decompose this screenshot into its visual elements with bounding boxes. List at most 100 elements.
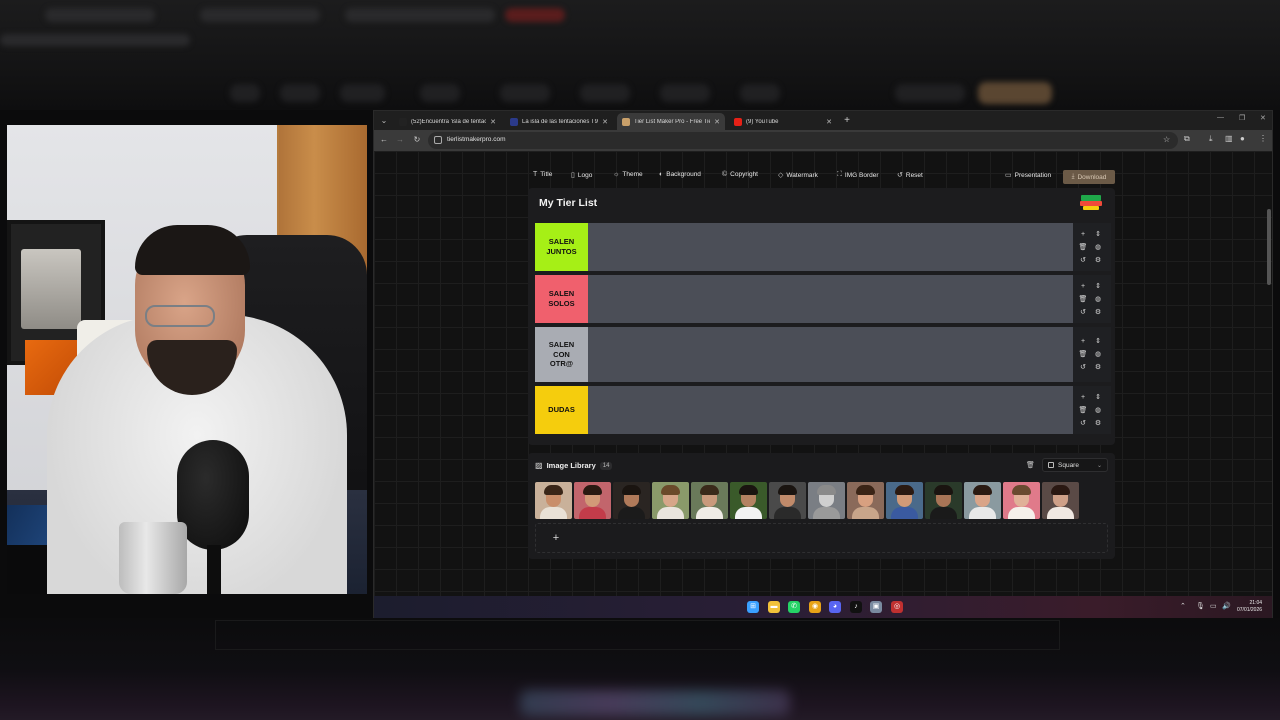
move-icon[interactable]: ⇕ <box>1093 337 1103 347</box>
title-tool-button[interactable]: T Title <box>533 171 552 178</box>
microphone-icon[interactable]: 🎙 <box>1196 602 1205 610</box>
library-image-thumbnail[interactable] <box>847 482 884 519</box>
theme-tool-button[interactable]: ☼ Theme <box>613 171 643 178</box>
add-icon[interactable]: + <box>1078 282 1088 292</box>
presentation-button[interactable]: ▭ Presentation <box>1005 171 1051 180</box>
tier-label[interactable]: SALEN JUNTOS <box>535 223 588 271</box>
library-image-thumbnail[interactable] <box>1042 482 1079 519</box>
reset-icon[interactable]: ↺ <box>1078 363 1088 373</box>
reset-icon[interactable]: ↺ <box>1078 256 1088 266</box>
library-image-thumbnail[interactable] <box>652 482 689 519</box>
add-image-button[interactable]: + <box>548 530 564 546</box>
watermark-tool-button[interactable]: ◇ Watermark <box>778 171 818 180</box>
tier-maker-logo[interactable] <box>1078 194 1104 211</box>
maximize-icon[interactable]: ❐ <box>1239 114 1245 122</box>
close-icon[interactable]: ✕ <box>602 118 608 126</box>
close-window-icon[interactable]: ✕ <box>1260 114 1266 122</box>
windows-start-icon[interactable]: ⊞ <box>747 601 759 613</box>
profile-avatar-icon[interactable]: ● <box>1240 134 1245 143</box>
gear-icon[interactable]: ⚙ <box>1093 363 1103 373</box>
new-tab-button[interactable]: + <box>840 113 854 128</box>
library-image-thumbnail[interactable] <box>964 482 1001 519</box>
forward-icon[interactable]: → <box>394 134 406 146</box>
download-icon[interactable]: ⤓ <box>1209 134 1213 144</box>
reset-icon[interactable]: ↺ <box>1078 308 1088 318</box>
tab-2[interactable]: Tier List Maker Pro - Free Tier L ✕ <box>617 113 725 130</box>
menu-icon[interactable]: ⋮ <box>1259 134 1267 143</box>
color-palette-icon[interactable]: ◍ <box>1093 406 1103 416</box>
library-image-thumbnail[interactable] <box>730 482 767 519</box>
discord-icon[interactable]: ◕ <box>829 601 841 613</box>
library-image-thumbnail[interactable] <box>1003 482 1040 519</box>
tier-drop-zone[interactable] <box>588 327 1073 382</box>
library-image-thumbnail[interactable] <box>691 482 728 519</box>
chevron-up-icon[interactable]: ⌃ <box>1180 602 1186 610</box>
tier-drop-zone[interactable] <box>588 386 1073 434</box>
logo-tool-button[interactable]: ▯ Logo <box>571 171 592 180</box>
library-image-thumbnail[interactable] <box>886 482 923 519</box>
add-icon[interactable]: + <box>1078 393 1088 403</box>
close-icon[interactable]: ✕ <box>714 118 720 126</box>
close-icon[interactable]: ✕ <box>826 118 832 126</box>
gear-icon[interactable]: ⚙ <box>1093 419 1103 429</box>
file-explorer-icon[interactable]: ▬ <box>768 601 780 613</box>
tier-label[interactable]: SALEN CON OTR@ <box>535 327 588 382</box>
tab-0[interactable]: (52)Encuentra 'isla de tentacio ✕ <box>394 113 501 130</box>
move-icon[interactable]: ⇕ <box>1093 393 1103 403</box>
img-border-tool-button[interactable]: ⛶ IMG Border <box>837 171 879 179</box>
reset-icon[interactable]: ↺ <box>1078 419 1088 429</box>
reset-tool-button[interactable]: ↺ Reset <box>897 171 923 180</box>
close-icon[interactable]: ✕ <box>490 118 496 126</box>
tab-3[interactable]: (9) YouTube ✕ <box>729 113 837 130</box>
recording-app-icon[interactable]: ◎ <box>891 601 903 613</box>
download-button[interactable]: ⤓ Download <box>1063 170 1115 184</box>
site-info-icon[interactable] <box>434 136 442 144</box>
reload-icon[interactable]: ↻ <box>411 134 423 146</box>
background-tool-button[interactable]: ◐ Background <box>659 171 701 178</box>
color-palette-icon[interactable]: ◍ <box>1093 295 1103 305</box>
trash-icon[interactable]: 🗑 <box>1078 295 1088 305</box>
sidebar-icon[interactable]: ▥ <box>1225 134 1233 143</box>
app-icon[interactable]: ▣ <box>870 601 882 613</box>
trash-icon[interactable]: 🗑 <box>1078 243 1088 253</box>
library-image-thumbnail[interactable] <box>925 482 962 519</box>
chrome-icon[interactable]: ◉ <box>809 601 821 613</box>
gear-icon[interactable]: ⚙ <box>1093 308 1103 318</box>
back-icon[interactable]: ← <box>378 134 390 146</box>
library-image-thumbnail[interactable] <box>613 482 650 519</box>
library-image-thumbnail[interactable] <box>769 482 806 519</box>
whatsapp-icon[interactable]: ✆ <box>788 601 800 613</box>
tiktok-icon[interactable]: ♪ <box>850 601 862 613</box>
copyright-tool-button[interactable]: © Copyright <box>722 171 758 178</box>
trash-icon[interactable]: 🗑 <box>1078 406 1088 416</box>
network-icon[interactable]: ▭ <box>1210 602 1217 610</box>
color-palette-icon[interactable]: ◍ <box>1093 243 1103 253</box>
move-icon[interactable]: ⇕ <box>1093 230 1103 240</box>
tier-label[interactable]: DUDAS <box>535 386 588 434</box>
color-palette-icon[interactable]: ◍ <box>1093 350 1103 360</box>
address-bar[interactable]: tierlistmakerpro.com ☆ <box>428 132 1178 149</box>
tier-drop-zone[interactable] <box>588 275 1073 323</box>
volume-icon[interactable]: 🔊 <box>1222 602 1231 610</box>
library-image-thumbnail[interactable] <box>535 482 572 519</box>
add-image-area[interactable]: + <box>535 523 1108 553</box>
trash-icon[interactable]: 🗑 <box>1026 461 1035 469</box>
add-icon[interactable]: + <box>1078 337 1088 347</box>
add-icon[interactable]: + <box>1078 230 1088 240</box>
tab-search-icon[interactable]: ⌄ <box>377 114 391 127</box>
tier-drop-zone[interactable] <box>588 223 1073 271</box>
library-image-thumbnail[interactable] <box>808 482 845 519</box>
move-icon[interactable]: ⇕ <box>1093 282 1103 292</box>
scrollbar[interactable] <box>1267 209 1271 285</box>
tier-list-title[interactable]: My Tier List <box>539 197 597 209</box>
tier-label[interactable]: SALEN SOLOS <box>535 275 588 323</box>
gear-icon[interactable]: ⚙ <box>1093 256 1103 266</box>
minimize-icon[interactable]: — <box>1217 114 1224 121</box>
tab-1[interactable]: La isla de las tentaciones T9 | M ✕ <box>505 113 613 130</box>
bookmark-star-icon[interactable]: ☆ <box>1163 135 1170 144</box>
trash-icon[interactable]: 🗑 <box>1078 350 1088 360</box>
shape-select[interactable]: Square ⌄ <box>1042 458 1108 472</box>
library-image-thumbnail[interactable] <box>574 482 611 519</box>
clock[interactable]: 21:04 07/01/2026 <box>1237 600 1262 613</box>
extensions-icon[interactable]: ⧉ <box>1184 134 1190 144</box>
